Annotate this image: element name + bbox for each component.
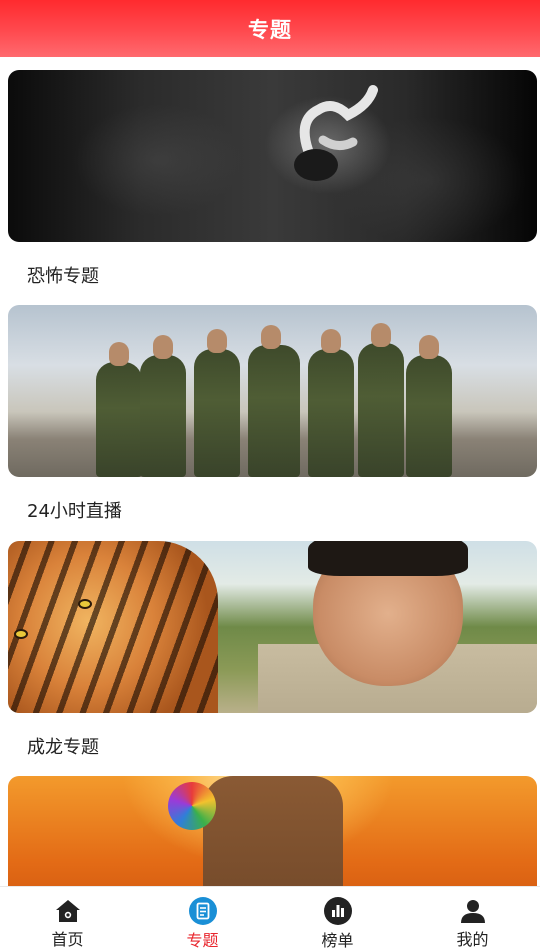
- topic-card-jackie-chan[interactable]: 成龙专题: [8, 541, 537, 758]
- soldier-figure: [406, 335, 452, 477]
- app-root: 专题 恐怖专题 24小时直播 成龙专题 首页 专题 榜单 我的: [0, 0, 540, 950]
- soldier-figure: [308, 329, 354, 477]
- page-title: 专题: [248, 17, 292, 42]
- tab-label: 榜单: [321, 931, 354, 950]
- soldier-figure: [248, 325, 300, 477]
- actor-portrait-image: [258, 541, 537, 713]
- topic-card-horror[interactable]: 恐怖专题: [8, 70, 537, 287]
- topic-banner-image[interactable]: [8, 305, 537, 477]
- bottom-tab-bar: 首页 专题 榜单 我的: [0, 886, 540, 950]
- tab-topics[interactable]: 专题: [135, 887, 270, 950]
- soldier-figure: [194, 329, 240, 477]
- actor-hair: [308, 541, 468, 576]
- horror-figure-image: [294, 85, 378, 181]
- tiger-eye: [78, 599, 92, 609]
- tiger-eye: [14, 629, 28, 639]
- soldier-figure: [96, 342, 142, 477]
- soldier-figure: [358, 323, 404, 477]
- tab-label: 我的: [456, 930, 489, 949]
- ranking-icon: [323, 897, 352, 925]
- soldier-figure: [140, 335, 186, 477]
- topic-banner-image[interactable]: [8, 70, 537, 242]
- tab-ranking[interactable]: 榜单: [270, 887, 405, 950]
- topic-title: 24小时直播: [27, 501, 122, 522]
- tab-home[interactable]: 首页: [0, 887, 135, 950]
- profile-icon: [459, 897, 487, 924]
- tab-profile[interactable]: 我的: [405, 887, 540, 950]
- tiger-image: [8, 541, 218, 713]
- tab-label: 首页: [51, 930, 84, 949]
- header-bar: 专题: [0, 0, 540, 57]
- topic-banner-image[interactable]: [8, 541, 537, 713]
- lollipop-image: [168, 782, 216, 830]
- actor-figure-image: [203, 776, 343, 886]
- topic-banner-image[interactable]: [8, 776, 537, 886]
- home-icon: [54, 897, 82, 924]
- topic-title: 恐怖专题: [27, 266, 99, 287]
- tab-label: 专题: [186, 931, 219, 950]
- topic-icon: [188, 897, 217, 925]
- topic-list[interactable]: 恐怖专题 24小时直播 成龙专题: [0, 57, 540, 886]
- topic-card-live[interactable]: 24小时直播: [8, 305, 537, 522]
- topic-title: 成龙专题: [27, 737, 99, 758]
- topic-card-action[interactable]: [8, 776, 537, 886]
